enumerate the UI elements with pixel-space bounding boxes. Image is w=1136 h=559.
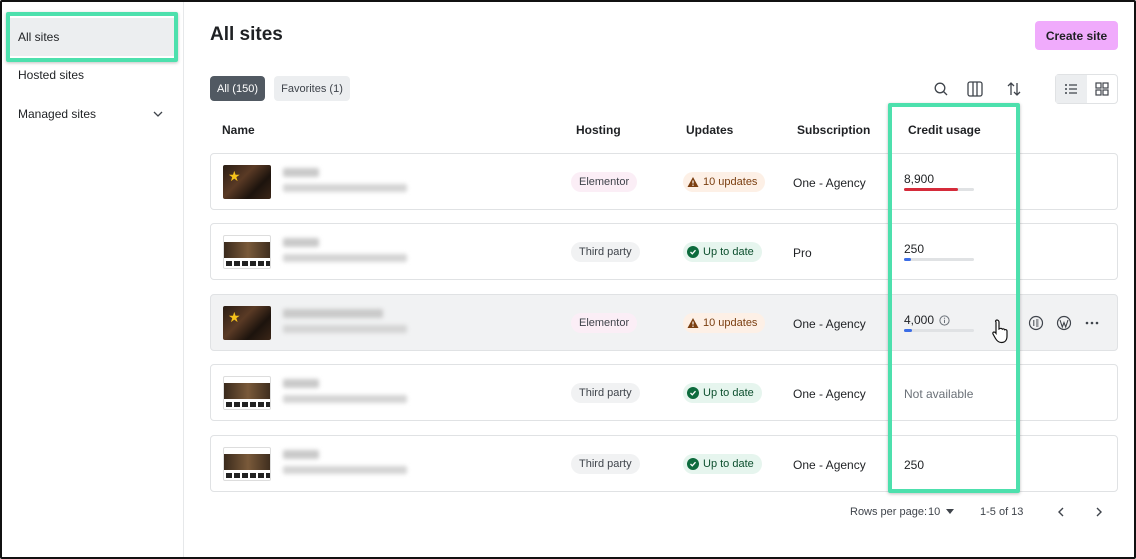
hosting-badge: Elementor — [571, 313, 638, 333]
pagination-range: 1-5 of 13 — [980, 506, 1024, 518]
sidebar-item-label: Hosted sites — [18, 68, 85, 82]
table-row[interactable]: ★ Elementor 10 updates One - Agency 8,90… — [210, 153, 1118, 210]
credit-usage-fill — [904, 329, 913, 332]
updates-text: Up to date — [703, 387, 754, 399]
columns-icon[interactable] — [963, 77, 987, 101]
filter-favorites[interactable]: Favorites (1) — [274, 76, 350, 101]
credit-usage-fill — [904, 188, 958, 191]
credit-usage-text: Not available — [904, 387, 974, 401]
hosting-badge: Elementor — [571, 172, 638, 192]
rows-per-page-select[interactable]: 10 — [928, 506, 955, 518]
credit-usage-fill — [904, 258, 911, 261]
chevron-left-icon[interactable] — [1051, 502, 1071, 522]
chevron-right-icon[interactable] — [1089, 502, 1109, 522]
blurred-site-url — [283, 325, 407, 333]
table-row[interactable]: Third party Up to date One - Agency 250 — [210, 435, 1118, 492]
page-title: All sites — [210, 24, 283, 45]
rows-per-page-label: Rows per page: — [850, 506, 928, 518]
sidebar-item-label: All sites — [18, 30, 60, 44]
updates-text: Up to date — [703, 458, 754, 470]
site-thumbnail — [223, 235, 271, 269]
blurred-site-url — [283, 254, 407, 262]
subscription-text: Pro — [793, 246, 812, 260]
credit-usage-bar — [904, 188, 974, 191]
column-header-subscription[interactable]: Subscription — [797, 123, 870, 137]
hosting-badge: Third party — [571, 242, 640, 262]
star-icon: ★ — [228, 309, 241, 325]
subscription-text: One - Agency — [793, 317, 866, 331]
subscription-text: One - Agency — [793, 458, 866, 472]
subscription-text: One - Agency — [793, 176, 866, 190]
column-header-name[interactable]: Name — [222, 123, 255, 137]
credit-usage-text: 250 — [904, 242, 925, 256]
search-icon[interactable] — [929, 77, 953, 101]
warning-icon — [687, 177, 699, 187]
site-thumbnail — [223, 376, 271, 410]
view-toggle — [1055, 74, 1118, 104]
credit-usage-value: 8,900 — [904, 172, 934, 186]
site-thumbnail — [223, 447, 271, 481]
updates-text: Up to date — [703, 246, 754, 258]
updates-badge[interactable]: 10 updates — [683, 313, 766, 333]
column-header-hosting[interactable]: Hosting — [576, 123, 621, 137]
subscription-text: One - Agency — [793, 387, 866, 401]
blurred-site-name — [283, 379, 319, 388]
blurred-site-url — [283, 184, 407, 192]
warning-icon — [687, 318, 699, 328]
credit-usage-bar — [904, 258, 974, 261]
updates-badge[interactable]: 10 updates — [683, 172, 766, 192]
grid-view-icon[interactable] — [1087, 75, 1118, 103]
table-row[interactable]: Third party Up to date One - Agency Not … — [210, 364, 1118, 421]
blurred-site-name — [283, 309, 383, 318]
sidebar-item-managed-sites[interactable]: Managed sites — [10, 95, 176, 133]
hosting-badge: Third party — [571, 383, 640, 403]
column-header-updates[interactable]: Updates — [686, 123, 733, 137]
updates-badge: Up to date — [683, 454, 762, 474]
credit-usage-bar — [904, 329, 974, 332]
credit-usage-text: 8,900 — [904, 172, 935, 186]
blurred-site-url — [283, 466, 407, 474]
chevron-down-icon — [152, 108, 164, 123]
star-icon: ★ — [228, 168, 241, 184]
hand-cursor-icon — [990, 318, 1012, 349]
hosting-badge: Third party — [571, 454, 640, 474]
updates-text: 10 updates — [703, 317, 758, 329]
info-icon[interactable] — [939, 314, 950, 326]
sidebar-item-hosted-sites[interactable]: Hosted sites — [10, 56, 176, 94]
blurred-site-name — [283, 450, 319, 459]
credit-usage-value: 4,000 — [904, 313, 950, 327]
sidebar-item-label: Managed sites — [18, 107, 97, 121]
credit-usage-text: 4,000 — [904, 313, 935, 327]
wordpress-icon[interactable] — [1054, 313, 1074, 333]
check-circle-icon — [687, 246, 699, 258]
blurred-site-name — [283, 238, 319, 247]
blurred-site-name — [283, 168, 319, 177]
sidebar: All sites Hosted sites Managed sites — [2, 2, 184, 557]
check-circle-icon — [687, 387, 699, 399]
updates-text: 10 updates — [703, 176, 758, 188]
updates-badge: Up to date — [683, 383, 762, 403]
table-row[interactable]: Third party Up to date Pro 250 — [210, 223, 1118, 280]
elementor-icon[interactable] — [1026, 313, 1046, 333]
blurred-site-url — [283, 395, 407, 403]
credit-usage-value: 250 — [904, 458, 924, 472]
check-circle-icon — [687, 458, 699, 470]
filter-all[interactable]: All (150) — [210, 76, 265, 101]
updates-badge: Up to date — [683, 242, 762, 262]
site-thumbnail: ★ — [223, 165, 271, 199]
list-view-icon[interactable] — [1056, 75, 1087, 103]
rows-per-page-value: 10 — [928, 506, 941, 518]
credit-usage-text: 250 — [904, 458, 925, 472]
create-site-button[interactable]: Create site — [1035, 21, 1118, 50]
sidebar-item-all-sites[interactable]: All sites — [10, 18, 176, 56]
column-header-credit-usage[interactable]: Credit usage — [908, 123, 981, 137]
site-thumbnail: ★ — [223, 306, 271, 340]
credit-usage-value: 250 — [904, 242, 924, 256]
sort-icon[interactable] — [1002, 77, 1026, 101]
more-options-icon[interactable] — [1082, 313, 1102, 333]
caret-down-icon — [946, 509, 955, 514]
table-row[interactable]: ★ Elementor 10 updates One - Agency 4,00… — [210, 294, 1118, 351]
